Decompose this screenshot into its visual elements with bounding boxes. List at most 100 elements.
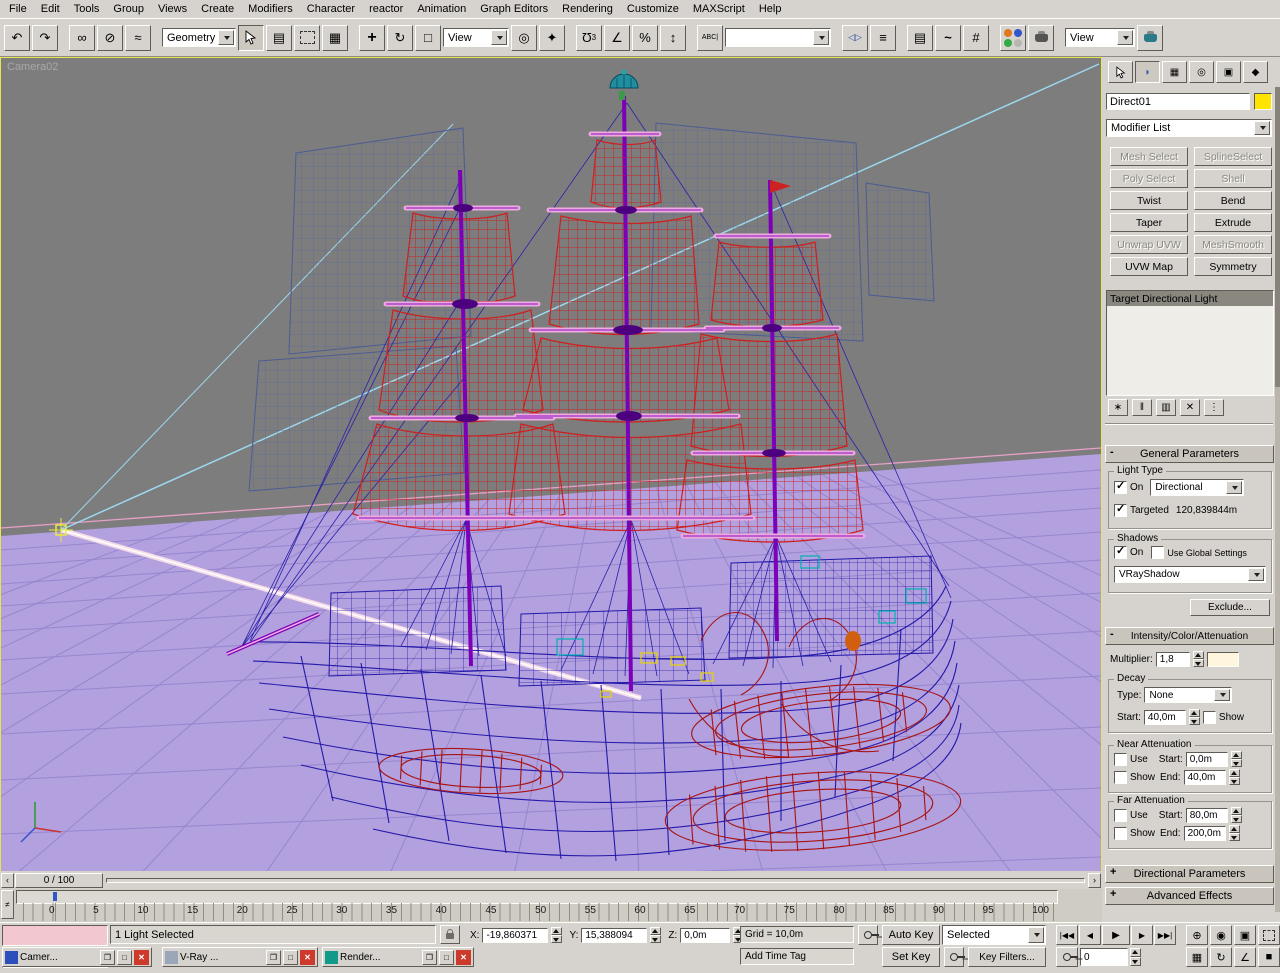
menu-help[interactable]: Help (752, 2, 789, 16)
directional-parameters-rollout[interactable]: + Directional Parameters (1105, 865, 1274, 883)
show-end-result-icon[interactable]: ‖ (1132, 399, 1152, 416)
add-time-tag-field[interactable]: Add Time Tag (740, 948, 854, 965)
menu-maxscript[interactable]: MAXScript (686, 2, 752, 16)
zoom-all-icon[interactable]: ◉ (1210, 925, 1232, 945)
panel-scrollbar[interactable] (1275, 87, 1280, 912)
menu-character[interactable]: Character (300, 2, 362, 16)
motion-tab[interactable]: ◎ (1189, 61, 1214, 83)
taper-button[interactable]: Taper (1110, 213, 1188, 232)
viewport-label[interactable]: Camera02 (7, 61, 58, 73)
y-coordinate-field[interactable]: 15,388094 (581, 927, 648, 943)
remove-modifier-icon[interactable]: ✕ (1180, 399, 1200, 416)
play-button[interactable]: ▶ (1102, 925, 1130, 945)
near-end-field[interactable]: 40,0m (1183, 769, 1226, 785)
pin-stack-icon[interactable]: ∗ (1108, 399, 1128, 416)
decay-type-dropdown[interactable]: None (1144, 687, 1233, 703)
go-to-start-button[interactable]: |◀◀ (1056, 925, 1078, 945)
light-color-swatch[interactable] (1206, 651, 1239, 667)
twist-button[interactable]: Twist (1110, 191, 1188, 210)
snap-toggle-3d-icon[interactable]: Ω3 (576, 24, 602, 51)
unwrap-uvw-button[interactable]: Unwrap UVW (1110, 235, 1188, 254)
create-tab[interactable] (1108, 61, 1133, 83)
select-rotate-icon[interactable]: ↻ (387, 24, 413, 51)
shadow-on-checkbox[interactable] (1114, 544, 1127, 559)
menu-customize[interactable]: Customize (620, 2, 686, 16)
window-crossing-icon[interactable]: ▦ (322, 24, 348, 51)
light-on-checkbox[interactable] (1114, 479, 1127, 494)
exclude-button[interactable]: Exclude... (1190, 599, 1270, 616)
multiplier-field[interactable]: 1,8 (1155, 651, 1190, 667)
y-spinner[interactable] (650, 927, 662, 943)
set-key-button[interactable]: Set Key (882, 947, 940, 967)
time-slider-track[interactable] (106, 877, 1085, 883)
pan-icon[interactable]: ▦ (1186, 947, 1208, 967)
menu-reactor[interactable]: reactor (362, 2, 410, 16)
current-frame-spinner[interactable] (1130, 948, 1141, 966)
field-of-view-icon[interactable]: ∠ (1234, 947, 1256, 967)
zoom-region-icon[interactable] (1258, 925, 1280, 945)
modify-tab[interactable]: ◗ (1135, 61, 1160, 83)
track-bar-strip[interactable] (16, 890, 1058, 904)
select-by-name-icon[interactable]: ▤ (266, 24, 292, 51)
key-mode-toggle-icon[interactable] (1056, 947, 1078, 967)
close-window-icon[interactable]: ✕ (456, 949, 471, 965)
time-slider-handle[interactable]: 0 / 100 (15, 872, 103, 888)
near-start-field[interactable]: 0,0m (1185, 751, 1228, 767)
minimized-window-render[interactable]: Render... ❐ □ ✕ (322, 947, 474, 967)
next-frame-button[interactable]: ▶ (1131, 925, 1153, 945)
undo-icon[interactable]: ↶ (4, 24, 30, 51)
near-start-spinner[interactable] (1230, 751, 1242, 767)
arc-rotate-icon[interactable]: ↻ (1210, 947, 1232, 967)
zoom-icon[interactable]: ⊕ (1186, 925, 1208, 945)
edit-named-selections-icon[interactable]: ABC| (697, 24, 723, 51)
modifier-list-dropdown[interactable]: Modifier List (1106, 119, 1272, 137)
splineselect-button[interactable]: SplineSelect (1194, 147, 1272, 166)
close-window-icon[interactable]: ✕ (134, 949, 149, 965)
layer-manager-icon[interactable]: ▤ (907, 24, 933, 51)
menu-create[interactable]: Create (194, 2, 241, 16)
minimized-window-vray[interactable]: V-Ray ... ❐ □ ✕ (162, 947, 318, 967)
selection-filter-dropdown[interactable]: Geometry (162, 28, 236, 47)
render-setup-icon[interactable] (1028, 24, 1054, 51)
menu-animation[interactable]: Animation (410, 2, 473, 16)
menu-group[interactable]: Group (106, 2, 151, 16)
bind-spacewarp-icon[interactable]: ≈ (125, 24, 151, 51)
menu-views[interactable]: Views (151, 2, 194, 16)
keyboard-override-icon[interactable] (858, 925, 879, 945)
restore-window-icon[interactable]: ❐ (422, 949, 437, 965)
curve-editor-icon[interactable]: ~ (935, 24, 961, 51)
render-type-dropdown[interactable]: View (1065, 28, 1135, 47)
menu-file[interactable]: File (2, 2, 34, 16)
menu-edit[interactable]: Edit (34, 2, 67, 16)
select-link-icon[interactable]: ∞ (69, 24, 95, 51)
select-object-button[interactable] (238, 24, 264, 51)
use-global-settings-checkbox[interactable] (1151, 546, 1165, 559)
spinner-snap-icon[interactable]: ↕ (660, 24, 686, 51)
selection-lock-icon[interactable] (440, 925, 460, 944)
unlink-icon[interactable]: ⊘ (97, 24, 123, 51)
go-to-end-button[interactable]: ▶▶| (1154, 925, 1176, 945)
restore-window-icon[interactable]: ❐ (100, 949, 115, 965)
time-slider-right-arrow[interactable]: › (1088, 872, 1101, 888)
far-end-spinner[interactable] (1228, 825, 1240, 841)
near-show-checkbox[interactable] (1114, 770, 1127, 784)
near-use-checkbox[interactable] (1114, 752, 1127, 766)
open-minicurve-button[interactable]: ≠ (1, 890, 14, 919)
far-start-field[interactable]: 80,0m (1185, 807, 1228, 823)
general-parameters-rollout[interactable]: - General Parameters (1105, 445, 1274, 463)
multiplier-spinner[interactable] (1192, 651, 1204, 667)
far-end-field[interactable]: 200,0m (1183, 825, 1226, 841)
uvw-map-button[interactable]: UVW Map (1110, 257, 1188, 276)
decay-show-checkbox[interactable] (1202, 710, 1216, 724)
set-keys-icon[interactable] (944, 947, 965, 967)
x-coordinate-field[interactable]: -19,860371 (482, 927, 549, 943)
select-manipulate-icon[interactable]: ✦ (539, 24, 565, 51)
zoom-extents-icon[interactable]: ▣ (1234, 925, 1256, 945)
menu-rendering[interactable]: Rendering (555, 2, 620, 16)
advanced-effects-rollout[interactable]: + Advanced Effects (1105, 887, 1274, 905)
modifier-stack-list[interactable]: Target Directional Light (1106, 290, 1274, 396)
maximize-window-icon[interactable]: □ (283, 949, 298, 965)
configure-modifier-sets-icon[interactable]: ⋮ (1204, 399, 1224, 416)
extrude-button[interactable]: Extrude (1194, 213, 1272, 232)
minimized-window-camera[interactable]: Camer... ❐ □ ✕ (2, 947, 152, 967)
